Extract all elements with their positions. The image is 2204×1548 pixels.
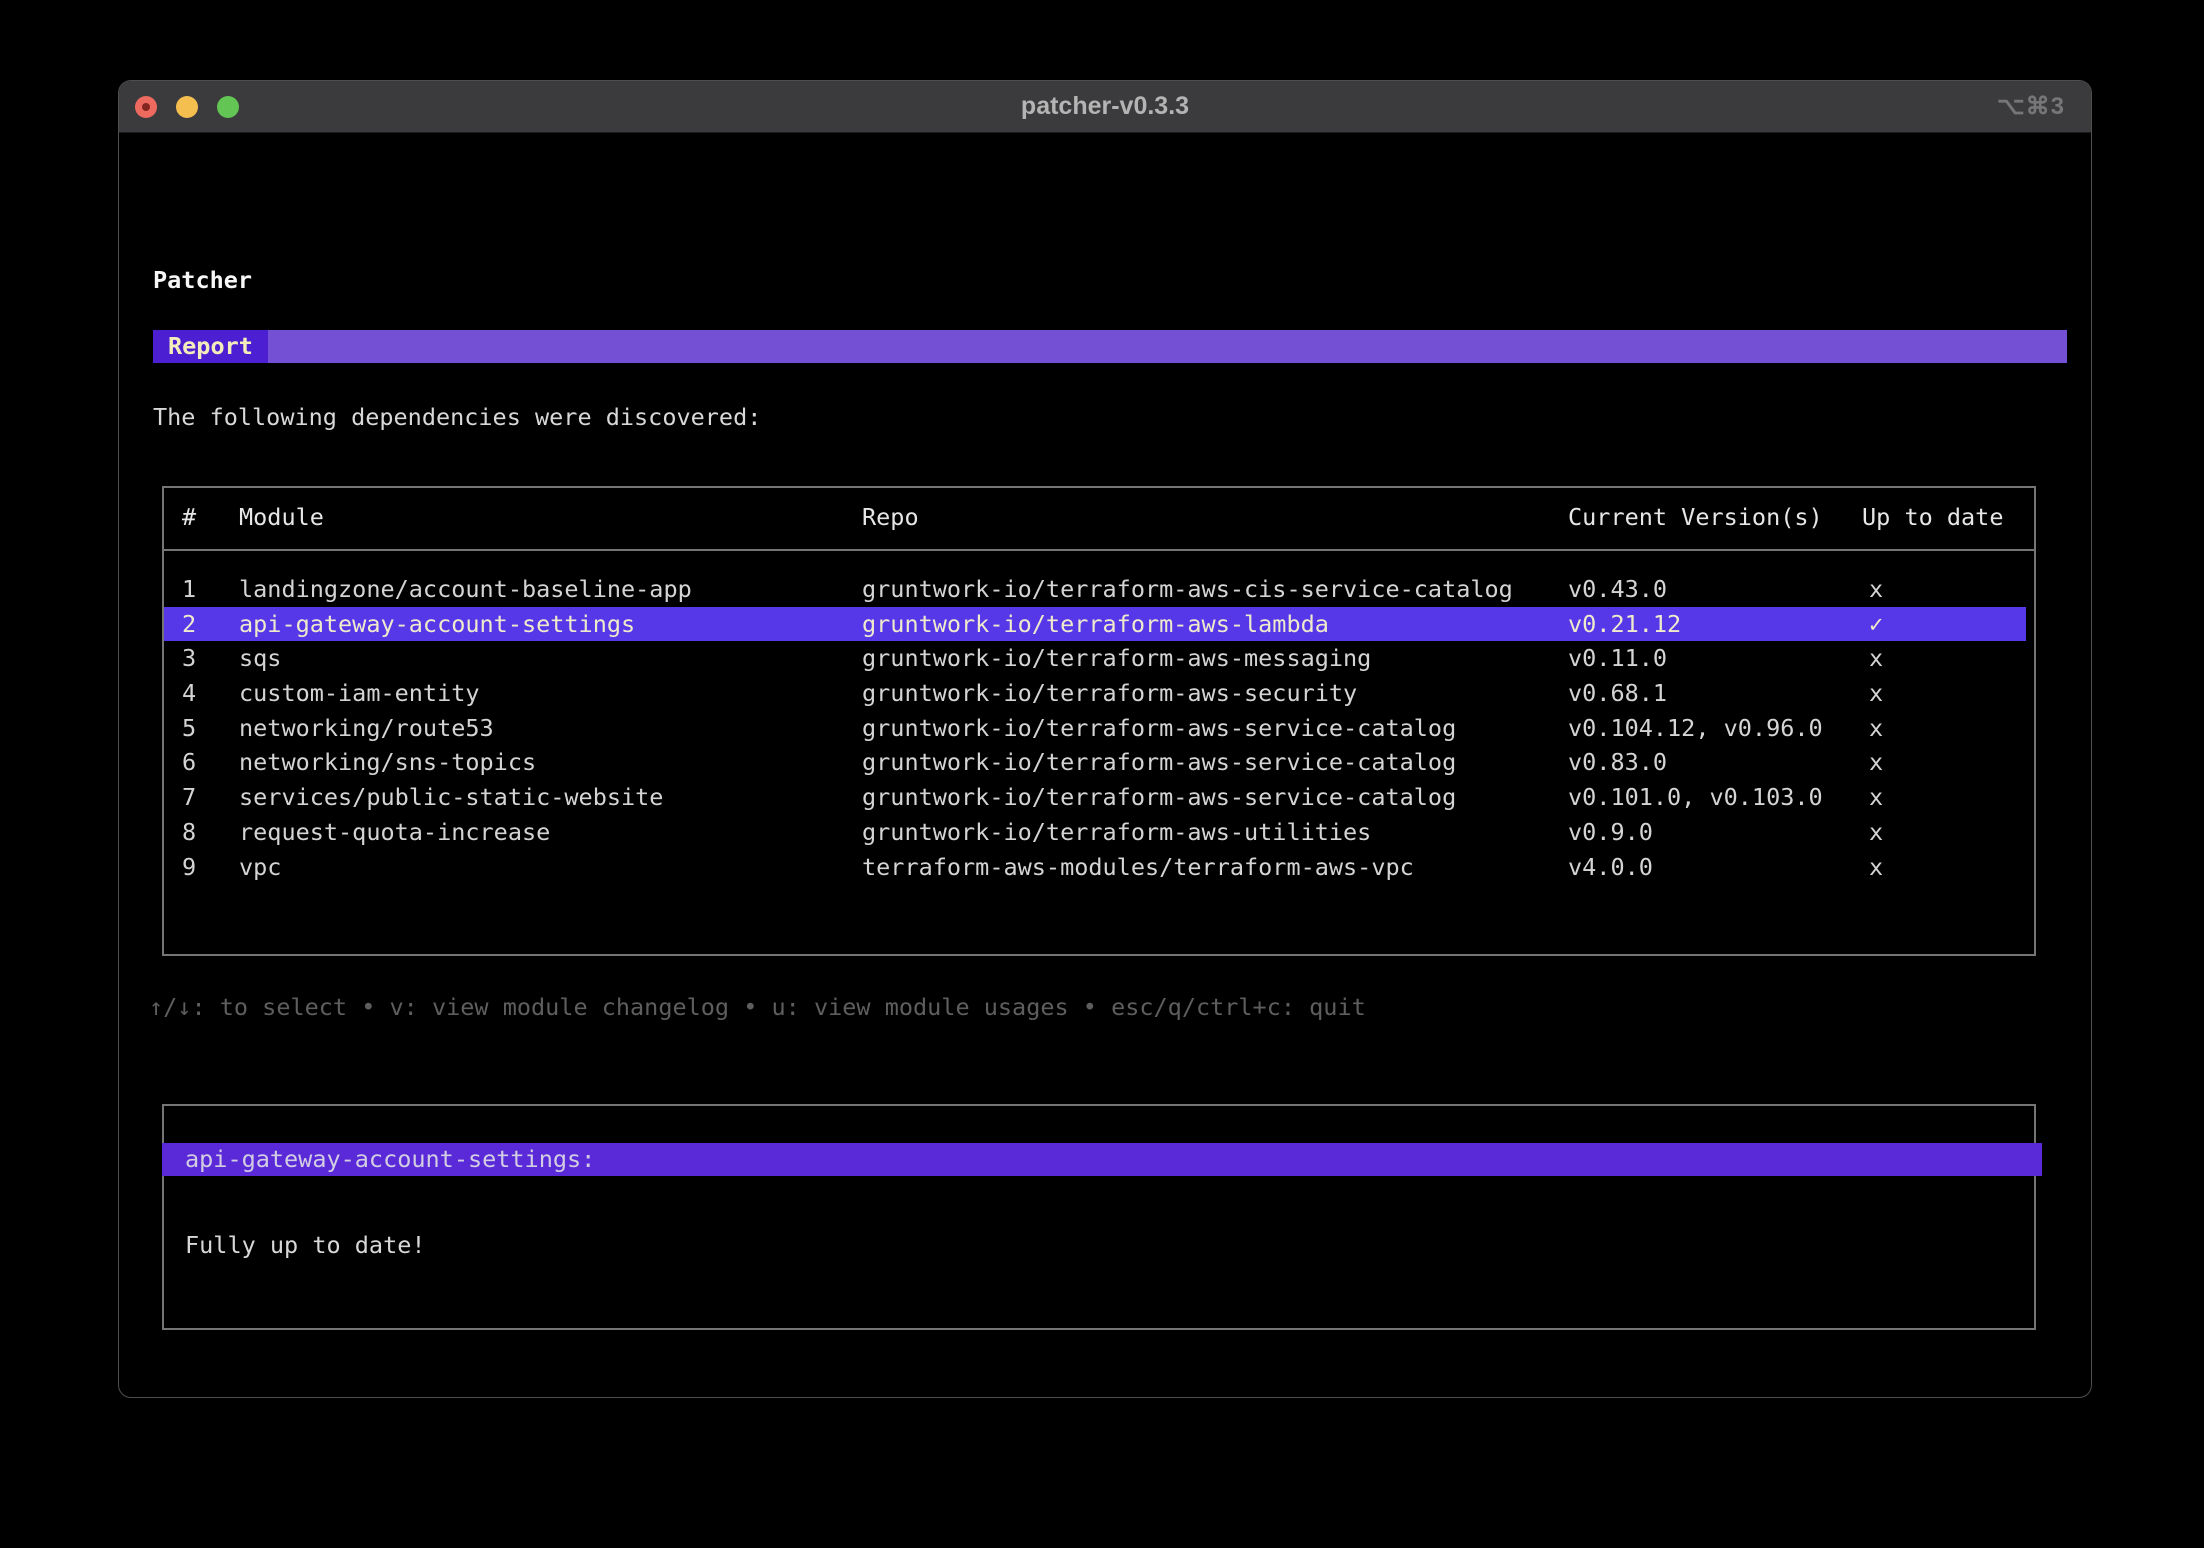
row-module: sqs <box>239 644 282 673</box>
report-tab-bar: Report <box>153 330 2067 363</box>
row-versions: v0.101.0, v0.103.0 <box>1568 783 1823 812</box>
row-uptodate-mark: x <box>1869 852 1884 881</box>
row-repo: gruntwork-io/terraform-aws-service-catal… <box>862 748 1457 777</box>
row-module: networking/sns-topics <box>239 748 537 777</box>
table-row[interactable]: 7 services/public-static-website gruntwo… <box>164 780 2026 815</box>
table-row-selected[interactable]: 2 api-gateway-account-settings gruntwork… <box>164 606 2026 642</box>
tab-report[interactable]: Report <box>153 330 268 363</box>
row-versions: v0.11.0 <box>1568 644 1668 673</box>
row-index: 9 <box>182 852 197 881</box>
row-versions: v0.43.0 <box>1568 575 1668 603</box>
row-versions: v0.83.0 <box>1568 748 1668 777</box>
keybinding-help-text: ↑/↓: to select • v: view module changelo… <box>149 993 1366 1021</box>
row-repo: gruntwork-io/terraform-aws-lambda <box>862 609 1329 638</box>
table-row[interactable]: 8 request-quota-increase gruntwork-io/te… <box>164 815 2026 850</box>
row-versions: v0.21.12 <box>1568 609 1682 638</box>
row-repo: gruntwork-io/terraform-aws-security <box>862 679 1358 708</box>
row-repo: gruntwork-io/terraform-aws-service-catal… <box>862 783 1457 812</box>
col-header-module: Module <box>239 503 324 531</box>
col-header-uptodate: Up to date <box>1862 503 2004 531</box>
table-row[interactable]: 6 networking/sns-topics gruntwork-io/ter… <box>164 745 2026 780</box>
row-versions: v4.0.0 <box>1568 852 1653 881</box>
row-uptodate-mark: x <box>1869 783 1884 812</box>
row-repo: gruntwork-io/terraform-aws-utilities <box>862 817 1372 846</box>
col-header-index: # <box>182 503 197 531</box>
row-index: 7 <box>182 783 197 812</box>
row-versions: v0.9.0 <box>1568 817 1653 846</box>
window-titlebar[interactable]: patcher-v0.3.3 ⌥⌘3 <box>119 81 2091 133</box>
row-index: 3 <box>182 644 197 673</box>
row-versions: v0.104.12, v0.96.0 <box>1568 713 1823 742</box>
table-row[interactable]: 1 landingzone/account-baseline-app grunt… <box>164 572 2026 607</box>
row-index: 2 <box>182 609 197 638</box>
row-uptodate-check-icon: ✓ <box>1869 609 1884 638</box>
row-index: 5 <box>182 713 197 742</box>
table-rows: 1 landingzone/account-baseline-app grunt… <box>164 572 2034 884</box>
row-module: services/public-static-website <box>239 783 664 812</box>
row-module: api-gateway-account-settings <box>239 609 636 638</box>
row-repo: gruntwork-io/terraform-aws-messaging <box>862 644 1372 673</box>
table-row[interactable]: 3 sqs gruntwork-io/terraform-aws-messagi… <box>164 641 2026 676</box>
row-module: request-quota-increase <box>239 817 551 846</box>
table-row[interactable]: 4 custom-iam-entity gruntwork-io/terrafo… <box>164 676 2026 711</box>
row-module: custom-iam-entity <box>239 679 480 708</box>
page-title: Patcher <box>153 266 253 294</box>
row-index: 8 <box>182 817 197 846</box>
row-repo: gruntwork-io/terraform-aws-service-catal… <box>862 713 1457 742</box>
row-index: 4 <box>182 679 197 708</box>
col-header-versions: Current Version(s) <box>1568 503 1823 531</box>
table-row[interactable]: 9 vpc terraform-aws-modules/terraform-aw… <box>164 850 2026 885</box>
row-uptodate-mark: x <box>1869 575 1884 603</box>
header-separator <box>164 549 2034 551</box>
row-uptodate-mark: x <box>1869 748 1884 777</box>
row-module: vpc <box>239 852 282 881</box>
row-versions: v0.68.1 <box>1568 679 1668 708</box>
detail-status-text: Fully up to date! <box>185 1231 426 1259</box>
module-detail-panel: api-gateway-account-settings: Fully up t… <box>162 1104 2042 1330</box>
terminal-window: patcher-v0.3.3 ⌥⌘3 Patcher Report The fo… <box>118 80 2092 1398</box>
row-uptodate-mark: x <box>1869 713 1884 742</box>
dependencies-table: # Module Repo Current Version(s) Up to d… <box>162 486 2036 956</box>
table-row[interactable]: 5 networking/route53 gruntwork-io/terraf… <box>164 711 2026 746</box>
detail-module-title: api-gateway-account-settings: <box>185 1145 596 1173</box>
window-shortcut-badge: ⌥⌘3 <box>1996 93 2065 120</box>
row-uptodate-mark: x <box>1869 644 1884 673</box>
col-header-repo: Repo <box>862 503 919 531</box>
window-title: patcher-v0.3.3 <box>1020 92 1190 120</box>
detail-title-bar: api-gateway-account-settings: <box>162 1143 2042 1176</box>
terminal-content: Patcher Report The following dependencie… <box>119 133 2091 1397</box>
row-module: landingzone/account-baseline-app <box>239 575 692 603</box>
row-repo: gruntwork-io/terraform-aws-cis-service-c… <box>862 575 1513 603</box>
row-repo: terraform-aws-modules/terraform-aws-vpc <box>862 852 1414 881</box>
row-index: 1 <box>182 575 197 603</box>
row-uptodate-mark: x <box>1869 817 1884 846</box>
intro-text: The following dependencies were discover… <box>153 403 762 431</box>
row-module: networking/route53 <box>239 713 494 742</box>
row-index: 6 <box>182 748 197 777</box>
row-uptodate-mark: x <box>1869 679 1884 708</box>
